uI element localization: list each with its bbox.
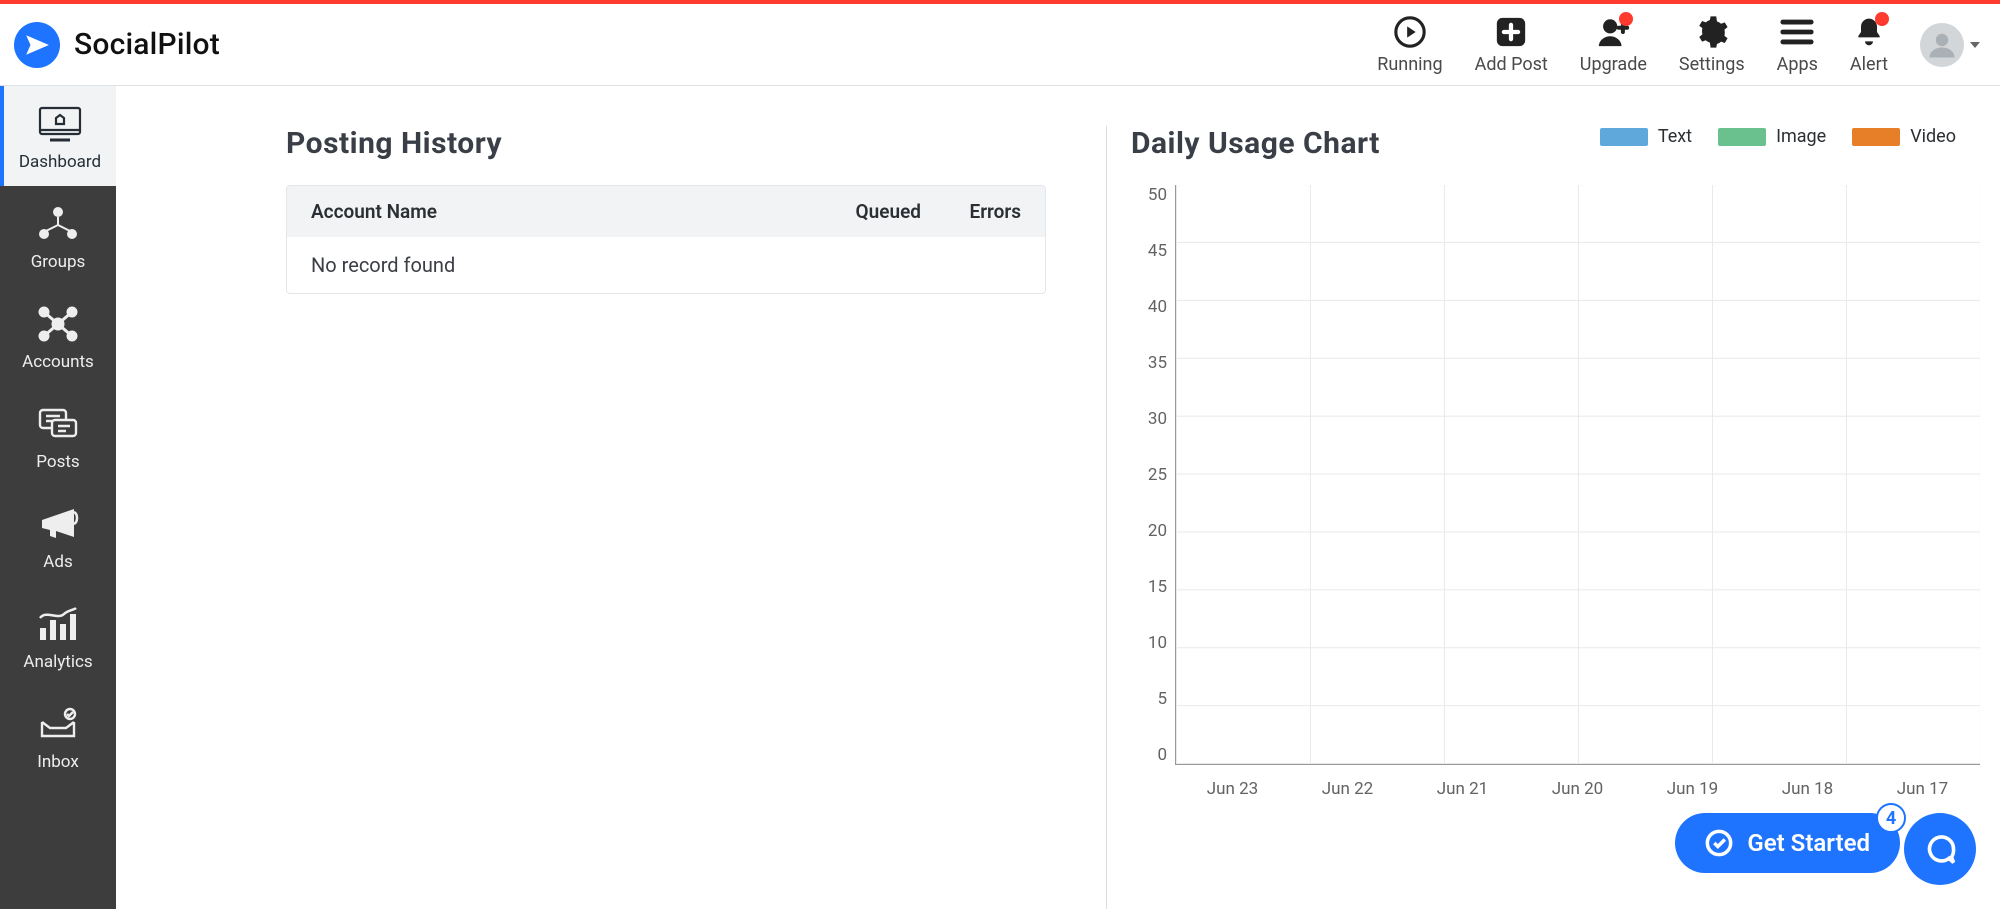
sidebar-item-analytics[interactable]: Analytics (0, 586, 116, 686)
brand-logo-icon (14, 22, 60, 68)
chart-icon (34, 604, 82, 644)
avatar-icon (1920, 23, 1964, 67)
notif-dot-icon (1875, 12, 1889, 26)
legend-swatch-video (1852, 128, 1900, 146)
bell-icon (1851, 14, 1887, 50)
sidebar-item-label: Ads (43, 552, 72, 572)
sidebar-item-label: Posts (36, 452, 79, 472)
sidebar-item-groups[interactable]: Groups (0, 186, 116, 286)
share-icon (34, 304, 82, 344)
sidebar-item-label: Dashboard (19, 152, 101, 172)
legend-label: Image (1776, 126, 1826, 147)
sidebar-item-inbox[interactable]: Inbox (0, 686, 116, 786)
chat-fab[interactable] (1904, 813, 1976, 885)
user-menu[interactable] (1920, 23, 1980, 67)
legend-swatch-text (1600, 128, 1648, 146)
chat-bubble-icon (1922, 831, 1958, 867)
chart-legend: Text Image Video (1600, 126, 1956, 147)
col-account: Account Name (311, 200, 801, 223)
posting-history-table: Account Name Queued Errors No record fou… (286, 185, 1046, 294)
chart-area: 50454035302520151050 (1131, 185, 1980, 765)
nav-running[interactable]: Running (1377, 14, 1442, 75)
legend-label: Video (1910, 126, 1956, 147)
megaphone-icon (34, 504, 82, 544)
user-plus-icon (1595, 14, 1631, 50)
posting-history-panel: Posting History Account Name Queued Erro… (286, 126, 1046, 909)
nav-upgrade[interactable]: Upgrade (1580, 14, 1647, 75)
nav-add-post[interactable]: Add Post (1475, 14, 1548, 75)
chat-icon (34, 404, 82, 444)
inbox-icon (34, 704, 82, 744)
y-axis: 50454035302520151050 (1131, 185, 1175, 765)
daily-usage-panel: Daily Usage Chart Text Image Video 50454… (1106, 126, 1980, 909)
nav-alert[interactable]: Alert (1850, 14, 1888, 75)
topbar: SocialPilot Running Add Post Upgrade (0, 4, 2000, 86)
play-circle-icon (1392, 14, 1428, 50)
nav-apps[interactable]: Apps (1777, 14, 1818, 75)
main-content: Posting History Account Name Queued Erro… (116, 86, 2000, 909)
get-started-button[interactable]: Get Started 4 (1675, 813, 1900, 873)
brand-name: SocialPilot (74, 27, 220, 62)
sidebar-item-label: Accounts (22, 352, 94, 372)
nav-label: Apps (1777, 54, 1818, 75)
check-circle-icon (1705, 829, 1733, 857)
plus-square-icon (1493, 14, 1529, 50)
sidebar-item-posts[interactable]: Posts (0, 386, 116, 486)
sidebar-item-label: Inbox (37, 752, 79, 772)
col-queued: Queued (801, 200, 921, 223)
nav-label: Settings (1679, 54, 1745, 75)
monitor-icon (36, 104, 84, 144)
sidebar-item-accounts[interactable]: Accounts (0, 286, 116, 386)
legend-image: Image (1718, 126, 1826, 147)
brand[interactable]: SocialPilot (14, 22, 220, 68)
posting-history-title: Posting History (286, 126, 1046, 161)
groups-icon (34, 204, 82, 244)
nav-label: Upgrade (1580, 54, 1647, 75)
gear-icon (1694, 14, 1730, 50)
chart-plot (1175, 185, 1980, 765)
get-started-label: Get Started (1747, 829, 1870, 857)
x-axis: Jun 23Jun 22Jun 21Jun 20Jun 19Jun 18Jun … (1175, 765, 1980, 799)
col-errors: Errors (921, 200, 1021, 223)
legend-text: Text (1600, 126, 1692, 147)
table-empty-row: No record found (287, 237, 1045, 293)
legend-swatch-image (1718, 128, 1766, 146)
legend-label: Text (1658, 126, 1692, 147)
sidebar: Dashboard Groups Accounts Posts Ads (0, 86, 116, 909)
sidebar-item-label: Analytics (23, 652, 92, 672)
nav-label: Add Post (1475, 54, 1548, 75)
sidebar-item-ads[interactable]: Ads (0, 486, 116, 586)
nav-label: Running (1377, 54, 1442, 75)
table-header: Account Name Queued Errors (287, 186, 1045, 237)
get-started-count: 4 (1876, 803, 1906, 833)
nav-label: Alert (1850, 54, 1888, 75)
sidebar-item-dashboard[interactable]: Dashboard (0, 86, 116, 186)
menu-icon (1779, 14, 1815, 50)
topnav: Running Add Post Upgrade Settings A (1377, 14, 1980, 75)
legend-video: Video (1852, 126, 1956, 147)
chevron-down-icon (1970, 42, 1980, 48)
sidebar-item-label: Groups (31, 252, 86, 272)
nav-settings[interactable]: Settings (1679, 14, 1745, 75)
